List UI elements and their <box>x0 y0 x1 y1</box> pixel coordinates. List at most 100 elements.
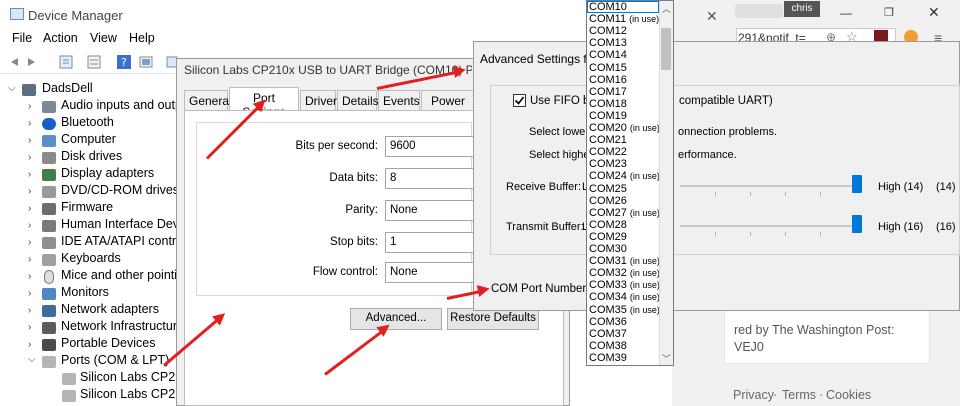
chevron-right-icon[interactable]: › <box>28 186 38 198</box>
com-list-item[interactable]: COM36 <box>589 316 659 328</box>
tree-item-computer[interactable]: Computer <box>61 132 116 149</box>
tree-item-ports[interactable]: Ports (COM & LPT) <box>61 353 169 370</box>
close-tab-icon[interactable]: ✕ <box>706 8 718 25</box>
com-list-item[interactable]: COM28 <box>589 219 659 231</box>
tree-item-bluetooth[interactable]: Bluetooth <box>61 115 114 132</box>
tree-item-monitors[interactable]: Monitors <box>61 285 109 302</box>
tab-general[interactable]: General <box>184 90 232 110</box>
com-list-item[interactable]: COM22 <box>589 146 659 158</box>
view-icon[interactable] <box>138 54 154 70</box>
cookies-link[interactable]: Cookies <box>826 388 871 402</box>
chevron-right-icon[interactable]: › <box>28 118 38 130</box>
menu-help[interactable]: Help <box>129 31 155 45</box>
tab-details[interactable]: Details <box>337 90 379 110</box>
browser-tab[interactable] <box>735 4 783 18</box>
tree-item-hid[interactable]: Human Interface Devic <box>61 217 188 234</box>
menu-view[interactable]: View <box>90 31 117 45</box>
chevron-right-icon[interactable]: › <box>28 305 38 317</box>
chevron-right-icon[interactable]: › <box>28 169 38 181</box>
com-list-item[interactable]: COM27 (in use) <box>589 207 660 219</box>
com-list-item[interactable]: COM10 <box>589 1 659 13</box>
receive-buffer-track[interactable] <box>680 185 860 187</box>
forward-icon[interactable] <box>24 54 40 70</box>
tree-item-disk[interactable]: Disk drives <box>61 149 122 166</box>
tree-item-dvd[interactable]: DVD/CD-ROM drives <box>61 183 179 200</box>
com-list-item[interactable]: COM35 (in use) <box>589 304 660 316</box>
advanced-button[interactable]: Advanced... <box>350 308 442 330</box>
terms-link[interactable]: Terms <box>782 388 816 402</box>
menu-action[interactable]: Action <box>43 31 78 45</box>
com-list-item[interactable]: COM14 <box>589 49 659 61</box>
bits-per-second-select[interactable]: 9600 <box>385 136 475 157</box>
stop-bits-select[interactable]: 1 <box>385 232 475 253</box>
tree-item-network-infrastructure[interactable]: Network Infrastructure <box>61 319 184 336</box>
chevron-right-icon[interactable]: › <box>28 322 38 334</box>
chevron-right-icon[interactable]: › <box>28 271 38 283</box>
tree-item-portable[interactable]: Portable Devices <box>61 336 156 353</box>
com-list-item[interactable]: COM25 <box>589 183 659 195</box>
help-icon[interactable]: ? <box>116 54 132 70</box>
tree-item-mice[interactable]: Mice and other pointin <box>61 268 184 285</box>
parity-select[interactable]: None <box>385 200 475 221</box>
data-bits-select[interactable]: 8 <box>385 168 475 189</box>
privacy-link[interactable]: Privacy <box>733 388 774 402</box>
flow-control-select[interactable]: None <box>385 262 475 283</box>
com-list-item[interactable]: COM20 (in use) <box>589 122 660 134</box>
com-list-item[interactable]: COM26 <box>589 195 659 207</box>
tree-item-ide[interactable]: IDE ATA/ATAPI controll <box>61 234 189 251</box>
transmit-buffer-track[interactable] <box>680 225 860 227</box>
com-list-item[interactable]: COM17 <box>589 86 659 98</box>
com-list-item[interactable]: COM34 (in use) <box>589 291 660 303</box>
com-list-item[interactable]: COM38 <box>589 340 659 352</box>
tree-item-network-adapters[interactable]: Network adapters <box>61 302 159 319</box>
com-list-item[interactable]: COM13 <box>589 37 659 49</box>
user-badge[interactable]: chris <box>784 1 820 17</box>
chevron-right-icon[interactable]: › <box>28 288 38 300</box>
chevron-down-icon[interactable]: ⌵ <box>8 83 18 95</box>
tree-root[interactable]: DadsDell <box>42 81 93 98</box>
tree-item-audio[interactable]: Audio inputs and outpu <box>61 98 189 115</box>
com-list-item[interactable]: COM16 <box>589 74 659 86</box>
com-list-item[interactable]: COM39 <box>589 352 659 364</box>
tab-events[interactable]: Events <box>378 90 420 110</box>
receive-buffer-thumb[interactable] <box>852 175 862 193</box>
back-icon[interactable] <box>6 54 22 70</box>
com-list-item[interactable]: COM19 <box>589 110 659 122</box>
com-list-item[interactable]: COM31 (in use) <box>589 255 660 267</box>
update-icon[interactable] <box>86 54 102 70</box>
com-list-item[interactable]: COM23 <box>589 158 659 170</box>
com-list-item[interactable]: COM33 (in use) <box>589 279 660 291</box>
com-list-item[interactable]: COM18 <box>589 98 659 110</box>
tab-power[interactable]: Power Ma <box>421 90 475 110</box>
tree-item-keyboards[interactable]: Keyboards <box>61 251 121 268</box>
tab-driver[interactable]: Driver <box>300 90 337 110</box>
properties-icon[interactable] <box>58 54 74 70</box>
com-list-item[interactable]: COM15 <box>589 62 659 74</box>
minimize-icon[interactable]: — <box>840 6 852 20</box>
scroll-down-icon[interactable]: ﹀ <box>662 352 671 365</box>
menu-file[interactable]: File <box>12 31 32 45</box>
com-list-item[interactable]: COM37 <box>589 328 659 340</box>
tree-item-firmware[interactable]: Firmware <box>61 200 113 217</box>
chevron-right-icon[interactable]: › <box>28 135 38 147</box>
com-list-item[interactable]: COM24 (in use) <box>589 170 660 182</box>
chevron-right-icon[interactable]: › <box>28 339 38 351</box>
scrollbar-thumb[interactable] <box>661 28 671 70</box>
chevron-right-icon[interactable]: › <box>28 203 38 215</box>
transmit-buffer-thumb[interactable] <box>852 215 862 233</box>
com-list-item[interactable]: COM21 <box>589 134 659 146</box>
com-list-item[interactable]: COM32 (in use) <box>589 267 660 279</box>
chevron-right-icon[interactable]: › <box>28 254 38 266</box>
fifo-checkbox[interactable] <box>513 94 526 107</box>
restore-icon[interactable]: ❐ <box>884 6 894 19</box>
close-window-icon[interactable]: ✕ <box>928 4 940 21</box>
chevron-right-icon[interactable]: › <box>28 237 38 249</box>
com-list-item[interactable]: COM29 <box>589 231 659 243</box>
restore-defaults-button[interactable]: Restore Defaults <box>447 308 539 330</box>
com-list-item[interactable]: COM12 <box>589 25 659 37</box>
tree-item-display[interactable]: Display adapters <box>61 166 154 183</box>
scroll-up-icon[interactable]: ︿ <box>662 2 671 15</box>
chevron-down-icon[interactable]: ⌵ <box>28 354 38 366</box>
chevron-right-icon[interactable]: › <box>28 152 38 164</box>
com-list-item[interactable]: COM11 (in use) <box>589 13 659 25</box>
